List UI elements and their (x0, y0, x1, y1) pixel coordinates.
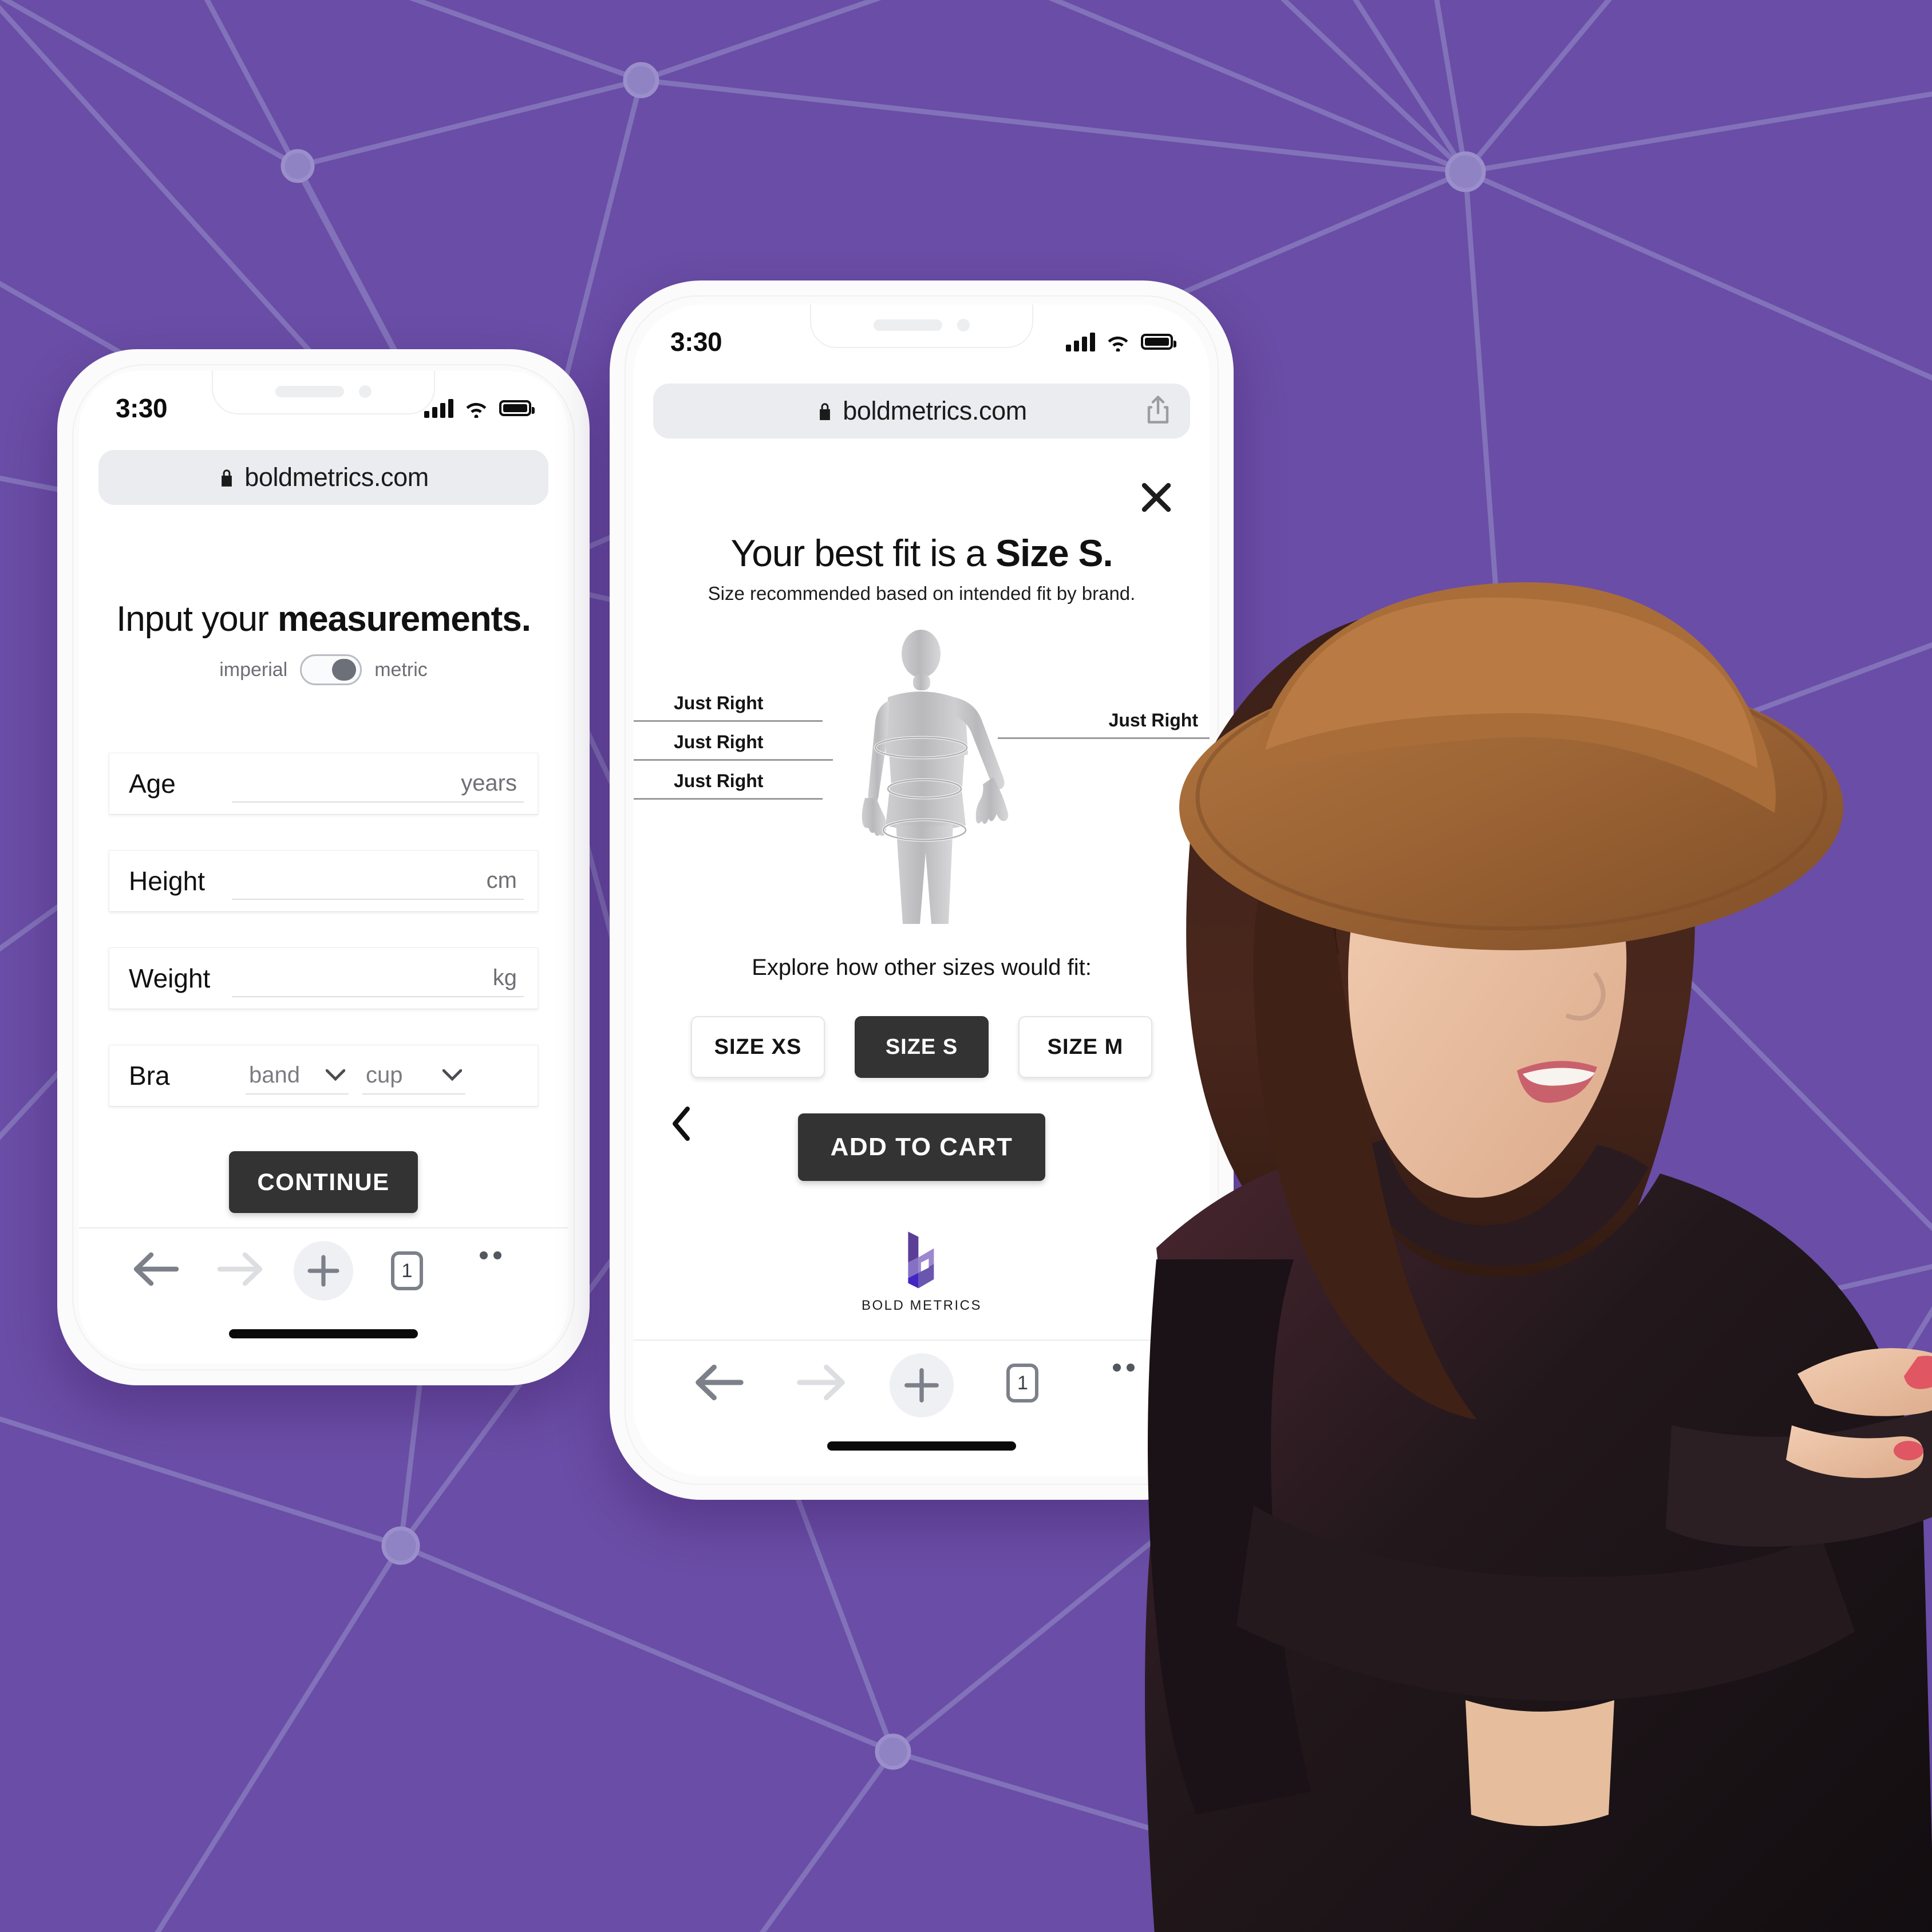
earpiece-speaker (874, 319, 942, 331)
url-bar[interactable]: boldmetrics.com (98, 450, 548, 505)
status-bar: 3:30 (634, 305, 1210, 379)
size-option-xs[interactable]: SIZE XS (691, 1016, 825, 1078)
cellular-bars-icon (1066, 332, 1095, 351)
bold-metrics-logo-icon (908, 1231, 934, 1289)
page-title: Input your measurements. (79, 599, 568, 639)
bra-band-select[interactable]: band (246, 1057, 349, 1095)
field-unit-age: years (461, 770, 517, 796)
weight-input[interactable]: kg (232, 959, 524, 997)
lock-icon (816, 401, 833, 421)
size-option-s[interactable]: SIZE S (855, 1016, 989, 1078)
arrow-right-icon (796, 1364, 845, 1401)
add-to-cart-button[interactable]: ADD TO CART (798, 1113, 1045, 1181)
field-row-height[interactable]: Height cm (109, 850, 538, 912)
browser-toolbar-back: 1 (79, 1227, 568, 1364)
unit-label-metric[interactable]: metric (374, 659, 428, 681)
field-label-bra: Bra (129, 1061, 170, 1091)
field-label-weight: Weight (129, 963, 211, 993)
result-title-light: Your best fit is a (730, 532, 996, 574)
status-bar: 3:30 (79, 371, 568, 445)
field-unit-weight: kg (492, 965, 517, 990)
wifi-icon (1108, 336, 1128, 351)
phone-screen-back: 3:30 boldmetrics.com Input your measurem… (79, 371, 568, 1364)
chevron-down-icon (442, 1069, 462, 1081)
unit-toggle-switch[interactable] (300, 654, 362, 685)
arrow-right-icon (217, 1252, 263, 1286)
browser-url-bar-wrap: boldmetrics.com (79, 445, 568, 520)
continue-button[interactable]: CONTINUE (229, 1151, 418, 1213)
page-title-bold: measurements. (278, 599, 531, 639)
home-indicator (229, 1329, 418, 1338)
height-input[interactable]: cm (232, 862, 524, 900)
phone-device-back: 3:30 boldmetrics.com Input your measurem… (57, 349, 590, 1385)
field-row-weight[interactable]: Weight kg (109, 947, 538, 1009)
unit-toggle-row: imperial metric (79, 654, 568, 685)
bra-cup-select[interactable]: cup (362, 1057, 465, 1095)
fit-label-waist: Just Right (674, 732, 764, 752)
fit-rule-waist (634, 759, 833, 761)
lock-icon (218, 467, 235, 488)
notch (212, 371, 435, 414)
tab-count-button[interactable]: 1 (391, 1251, 423, 1290)
result-title-bold: Size S. (995, 532, 1113, 574)
body-avatar-icon (862, 630, 1009, 924)
share-icon[interactable] (1145, 395, 1171, 428)
toggle-knob (332, 659, 357, 681)
wifi-icon (466, 402, 487, 418)
battery-full-icon (1141, 334, 1176, 350)
status-time: 3:30 (670, 327, 722, 357)
battery-full-icon (499, 400, 535, 416)
tab-count-button[interactable]: 1 (1006, 1364, 1039, 1402)
notch (810, 305, 1033, 348)
field-row-age[interactable]: Age years (109, 753, 538, 815)
page-title-light: Input your (116, 599, 278, 639)
age-input[interactable]: years (232, 765, 524, 803)
unit-label-imperial[interactable]: imperial (219, 659, 287, 681)
model-photo (1145, 582, 1932, 1932)
url-text: boldmetrics.com (244, 463, 429, 492)
field-label-height: Height (129, 866, 205, 896)
field-label-age: Age (129, 769, 176, 799)
bra-cup-placeholder: cup (366, 1062, 403, 1088)
field-row-bra[interactable]: Bra band cup (109, 1045, 538, 1107)
fit-label-chest: Just Right (674, 693, 764, 713)
plus-icon[interactable] (294, 1241, 353, 1301)
hat (1179, 582, 1843, 950)
fit-rule-hip (634, 798, 823, 800)
url-bar[interactable]: boldmetrics.com (653, 384, 1190, 438)
brand-name: BOLD METRICS (861, 1298, 982, 1313)
field-unit-height: cm (486, 867, 517, 893)
browser-url-bar-wrap: boldmetrics.com (634, 379, 1210, 453)
midriff (1465, 1700, 1614, 1826)
close-row (634, 453, 1210, 515)
chevron-left-icon[interactable] (669, 1105, 693, 1142)
bra-band-placeholder: band (249, 1062, 300, 1088)
ellipsis-icon[interactable] (480, 1251, 501, 1259)
fit-rule-chest (634, 720, 823, 722)
plus-icon[interactable] (890, 1353, 954, 1417)
front-camera (957, 319, 970, 331)
fit-label-hip: Just Right (674, 771, 764, 791)
arrow-left-icon[interactable] (694, 1364, 745, 1401)
status-time: 3:30 (116, 393, 168, 423)
front-camera (359, 385, 372, 398)
earpiece-speaker (275, 386, 344, 397)
home-indicator (827, 1441, 1016, 1451)
arrow-left-icon[interactable] (133, 1251, 180, 1287)
close-icon[interactable] (1139, 480, 1174, 515)
chevron-down-icon (326, 1069, 345, 1081)
measurements-page: Input your measurements. imperial metric… (79, 599, 568, 1336)
continue-button-wrap: CONTINUE (79, 1151, 568, 1213)
url-text: boldmetrics.com (843, 396, 1027, 425)
